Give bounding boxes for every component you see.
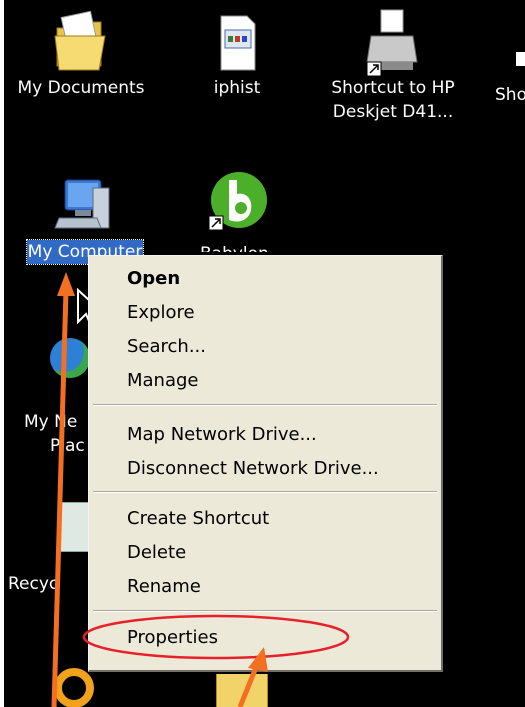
- arrow-head-properties: [248, 647, 268, 672]
- desktop: My Documents iphist Shortcut to HP Deskj…: [4, 0, 525, 707]
- annotation-overlay: [51, 272, 350, 707]
- arrow-to-my-computer: [51, 289, 69, 707]
- arrow-head-my-computer: [57, 272, 75, 296]
- arrow-to-properties: [237, 664, 260, 707]
- properties-highlight-ellipse: [82, 614, 350, 660]
